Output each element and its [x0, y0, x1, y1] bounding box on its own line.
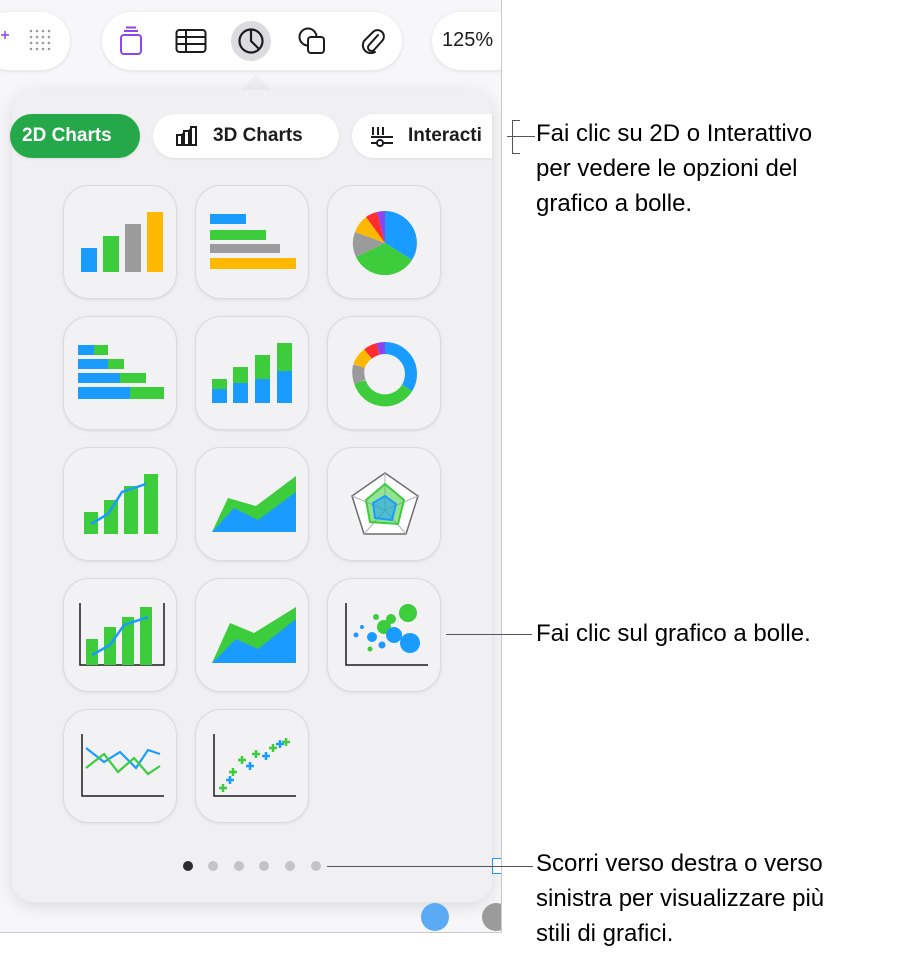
callout-leader-scroll — [327, 866, 533, 867]
attachment-icon[interactable] — [352, 21, 392, 61]
callout-bracket-tabs — [512, 120, 520, 154]
callout-tabs-line3: grafico a bolle. — [536, 189, 693, 217]
callout-tabs: Fai clic su 2D o Interattivo per vedere … — [536, 117, 812, 221]
callout-tabs-line1: Fai clic su 2D o Interattivo — [536, 120, 813, 147]
canvas-circle-blue — [421, 903, 449, 931]
callout-tabs-line2: per vedere le opzioni del — [536, 154, 798, 182]
callout-scroll-line1: Scorri verso destra o verso — [536, 850, 823, 877]
tab-2d-charts[interactable]: 2D Charts — [10, 114, 140, 158]
page-dot-3[interactable] — [234, 861, 244, 871]
zoom-pill[interactable]: 125% — [432, 12, 501, 70]
area-chart-button[interactable] — [195, 447, 309, 561]
two-axis-chart-icon — [79, 603, 165, 666]
tab-label: 2D Charts — [22, 125, 112, 146]
bar-chart-button[interactable] — [195, 185, 309, 299]
column-chart-icon — [81, 212, 163, 272]
donut-chart-icon — [352, 342, 417, 407]
tab-label: Interacti — [408, 125, 482, 146]
two-axis-chart-button[interactable] — [63, 578, 177, 692]
scatter-chart-button[interactable] — [195, 709, 309, 823]
callout-scroll-line3: stili di grafici. — [536, 919, 674, 947]
column-chart-button[interactable] — [63, 185, 177, 299]
interactive-chart-icon — [371, 127, 393, 147]
stacked-area-chart-icon — [212, 607, 296, 663]
donut-chart-button[interactable] — [327, 316, 441, 430]
table-icon[interactable] — [171, 21, 211, 61]
text-icon[interactable] — [111, 21, 151, 61]
page-dot-1[interactable] — [183, 861, 193, 871]
stacked-bar-chart-icon — [78, 345, 164, 399]
callout-scroll-line2: sinistra per visualizzare più — [536, 884, 825, 912]
bubble-chart-button[interactable] — [327, 578, 441, 692]
line-chart-icon — [81, 734, 164, 797]
page-dot-2[interactable] — [208, 861, 218, 871]
callout-bubble: Fai clic sul grafico a bolle. — [536, 620, 811, 647]
area-chart-icon — [212, 476, 296, 532]
stacked-bar-chart-button[interactable] — [63, 316, 177, 430]
grid-dots-icon — [29, 29, 51, 51]
pie-chart-icon — [352, 210, 417, 276]
radar-chart-button[interactable] — [327, 447, 441, 561]
radar-chart-icon — [351, 472, 419, 535]
page-dot-6[interactable] — [311, 861, 321, 871]
tab-interactive-charts[interactable]: Interacti — [352, 114, 492, 158]
add-icon — [1, 31, 9, 39]
line-chart-button[interactable] — [63, 709, 177, 823]
stacked-area-chart-button[interactable] — [195, 578, 309, 692]
page-dot-4[interactable] — [259, 861, 269, 871]
callout-leader-bubble — [446, 634, 532, 635]
mixed-chart-icon — [84, 474, 158, 534]
insert-toolbar — [102, 12, 402, 70]
bar-chart-icon — [210, 214, 296, 269]
tab-label: 3D Charts — [213, 125, 303, 146]
zoom-level: 125% — [442, 29, 494, 51]
callout-scroll: Scorri verso destra o verso sinistra per… — [536, 847, 824, 951]
stacked-column-chart-button[interactable] — [195, 316, 309, 430]
pie-chart-button[interactable] — [327, 185, 441, 299]
popover-arrow — [241, 74, 271, 90]
canvas-circle-gray — [482, 903, 501, 931]
chart-icon[interactable] — [231, 21, 271, 61]
3d-chart-icon — [176, 126, 197, 146]
page-dot-5[interactable] — [285, 861, 295, 871]
view-options-pill[interactable] — [0, 12, 70, 70]
mixed-chart-button[interactable] — [63, 447, 177, 561]
scatter-chart-icon — [213, 734, 296, 797]
shape-icon[interactable] — [292, 21, 332, 61]
tab-3d-charts[interactable]: 3D Charts — [153, 114, 339, 158]
app-screenshot: 125% 2D Charts 3D Charts Interacti — [0, 0, 502, 933]
bubble-chart-icon — [345, 603, 428, 666]
stacked-column-chart-icon — [212, 343, 292, 403]
